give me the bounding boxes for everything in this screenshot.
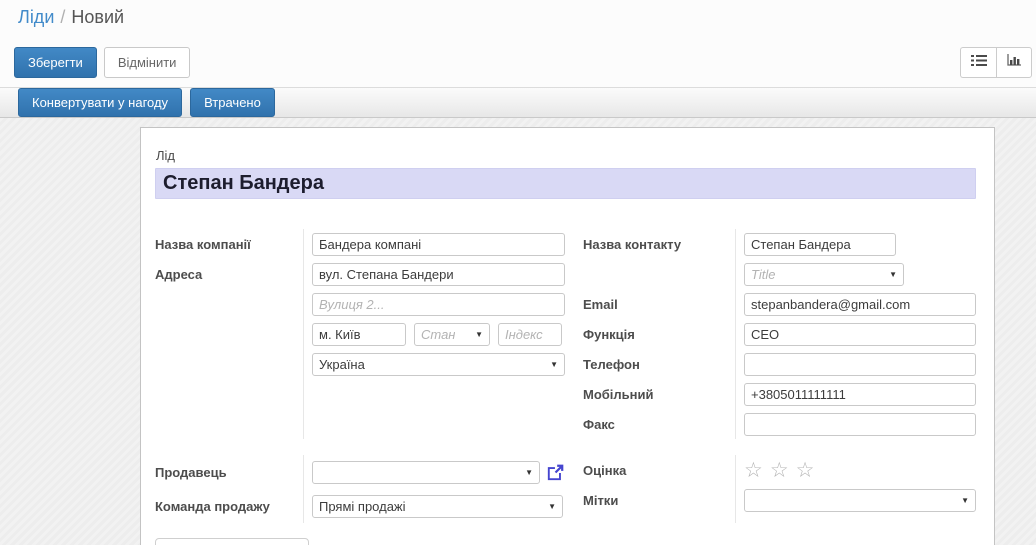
star-icon[interactable]: ☆ [770,460,789,481]
company-name-label: Назва компанії [155,236,251,252]
lead-section-label: Лід [156,148,176,163]
country-select[interactable]: Україна ▼ [312,352,565,376]
dropdown-arrow-icon: ▼ [961,495,969,505]
left-column: Назва компанії Адреса Стан [155,229,565,439]
convert-to-opportunity-button[interactable]: Конвертувати у нагоду [18,88,183,117]
salesperson-label: Продавець [155,464,227,480]
sales-team-select[interactable]: Прямі продажі ▼ [312,494,563,518]
dropdown-arrow-icon: ▼ [548,501,556,511]
form-sheet: Лід Назва компанії Адреса [140,127,995,545]
city-input[interactable] [312,322,406,346]
sales-team-label: Команда продажу [155,498,270,514]
status-bar: Конвертувати у нагоду Втрачено [0,87,1036,118]
right-column-sales: Оцінка Мітки ☆ ☆ ☆ ▼ [583,455,976,523]
mark-lost-button[interactable]: Втрачено [190,88,275,117]
left-column-sales: Продавець Команда продажу ▼ Прямі продаж… [155,455,565,523]
form-toolbar: Зберегти Відмінити [14,47,197,78]
star-icon[interactable]: ☆ [796,460,815,481]
function-label: Функція [583,326,635,342]
breadcrumb-current: Новий [71,7,125,27]
list-view-icon [970,54,987,72]
tags-select[interactable]: ▼ [744,488,976,512]
company-name-input[interactable] [312,232,565,256]
breadcrumb-separator: / [60,7,66,27]
tags-label: Мітки [583,492,619,508]
zip-input[interactable] [498,322,562,346]
external-link-icon [547,464,564,480]
contact-name-label: Назва контакту [583,236,682,252]
rating-label: Оцінка [583,462,627,478]
street-input[interactable] [312,262,565,286]
notebook-tab-partial[interactable] [155,538,309,545]
breadcrumb-leads-link[interactable]: Ліди [18,7,54,27]
salesperson-select[interactable]: ▼ [312,460,540,484]
list-view-button[interactable] [960,47,996,78]
breadcrumb: Ліди / Новий [18,7,124,28]
email-label: Email [583,296,618,312]
form-group-main: Назва компанії Адреса Стан [155,229,976,439]
email-input[interactable] [744,292,976,316]
lead-name-input[interactable] [155,168,976,199]
rating-widget: ☆ ☆ ☆ [744,460,814,481]
function-input[interactable] [744,322,976,346]
top-bar: Ліди / Новий Зберегти Відмінити [0,0,1036,88]
mobile-label: Мобільний [583,386,654,402]
contact-title-select[interactable]: Title ▼ [744,262,904,286]
star-icon[interactable]: ☆ [744,460,763,481]
dropdown-arrow-icon: ▼ [889,269,897,279]
phone-label: Телефон [583,356,640,372]
address-label: Адреса [155,266,203,282]
dropdown-arrow-icon: ▼ [525,467,533,477]
dropdown-arrow-icon: ▼ [550,359,558,369]
view-switcher [960,47,1032,78]
save-button[interactable]: Зберегти [14,47,97,78]
open-record-button[interactable] [546,463,565,482]
graph-view-icon [1006,53,1022,72]
street2-input[interactable] [312,292,565,316]
contact-name-input[interactable] [744,232,896,256]
right-column: Назва контакту Email Функція Телефон Моб… [583,229,976,439]
graph-view-button[interactable] [996,47,1032,78]
main-content: Лід Назва компанії Адреса [0,118,1036,545]
state-select[interactable]: Стан ▼ [414,322,490,346]
fax-label: Факс [583,416,615,432]
fax-input[interactable] [744,412,976,436]
discard-button[interactable]: Відмінити [103,47,191,78]
dropdown-arrow-icon: ▼ [475,329,483,339]
form-group-sales: Продавець Команда продажу ▼ Прямі продаж… [155,455,976,523]
mobile-input[interactable] [744,382,976,406]
phone-input[interactable] [744,352,976,376]
